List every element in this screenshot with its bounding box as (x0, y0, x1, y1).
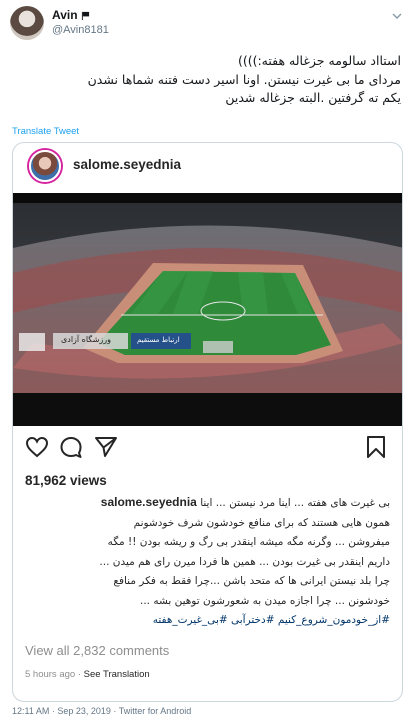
stadium-image (13, 193, 402, 426)
caption-line: همون هایی هستند که برای منافع خودشون شرف… (133, 516, 390, 529)
tweet-line: یکم ته گرفتین .البته جزغاله شدین (225, 90, 401, 105)
tweet-line: مردای ما بی غیرت نیستن. اونا اسیر دست فت… (87, 71, 401, 87)
caption-username[interactable]: salome.seyednia (101, 495, 197, 509)
tweet-source[interactable]: Twitter for Android (119, 706, 192, 716)
caption-line-text: بی غیرت های هفته ... اینا مرد نیستن ... … (200, 497, 390, 509)
separator-dot: · (75, 669, 84, 680)
see-translation-link[interactable]: See Translation (84, 669, 150, 680)
heart-icon[interactable] (25, 435, 49, 459)
instagram-caption: بی غیرت های هفته ... اینا مرد نیستن ... … (23, 493, 390, 631)
tweet-meta: 12:11 AM · Sep 23, 2019 · Twitter for An… (12, 706, 191, 716)
caption-line: داریم اینقدر بی غیرت بودن ... همین ها فر… (99, 555, 390, 568)
tweet: Avin @Avin8181 استااد سالومه جزغاله هفته… (0, 0, 415, 722)
broadcast-caption: ورزشگاه آزادی (61, 335, 112, 344)
stadium-photo[interactable]: ورزشگاه آزادی ارتباط مستقیم (13, 193, 402, 426)
views-count: 81,962 views (25, 473, 107, 488)
translate-tweet-link[interactable]: Translate Tweet (12, 126, 79, 137)
time-ago: 5 hours ago (25, 669, 76, 680)
caption-line: بی غیرت های هفته ... اینا مرد نیستن ... … (23, 493, 390, 514)
instagram-time-row: 5 hours ago · See Translation (25, 669, 150, 680)
user-handle[interactable]: @Avin8181 (52, 24, 109, 36)
chevron-down-icon[interactable] (391, 10, 403, 22)
instagram-header: salome.seyednia (13, 143, 402, 189)
caption-line: خودشونن ... چرا اجازه میدن به شعورشون تو… (140, 594, 390, 607)
avatar[interactable] (10, 6, 44, 40)
tweet-text: استااد سالومه جزغاله هفته:)))) مردای ما … (12, 52, 401, 108)
view-comments-link[interactable]: View all 2,832 comments (25, 643, 169, 658)
instagram-actions (13, 429, 402, 465)
embedded-image-card[interactable]: salome.seyednia ورزشگاه آزادی ارتباط مست… (12, 142, 403, 702)
instagram-avatar[interactable] (29, 150, 61, 182)
caption-line: میفروشن ... وگرنه مگه میشه اینقدر بی رگ … (107, 536, 390, 548)
separator-dot: · (110, 706, 119, 716)
tweet-timestamp[interactable]: 12:11 AM · Sep 23, 2019 (12, 706, 111, 716)
share-icon[interactable] (94, 435, 118, 459)
bookmark-icon[interactable] (364, 435, 388, 459)
name-row: Avin (52, 8, 90, 22)
flag-icon (81, 11, 89, 20)
broadcast-tag: ارتباط مستقیم (137, 336, 180, 344)
tweet-line: استااد سالومه جزغاله هفته:)))) (237, 53, 401, 68)
display-name[interactable]: Avin (52, 8, 78, 22)
caption-hashtags[interactable]: #از_خودمون_شروع_کنیم #دخترآبی #بی_غیرت_ه… (23, 611, 390, 631)
instagram-username[interactable]: salome.seyednia (73, 157, 181, 172)
caption-line: چرا بلد نیستن ایرانی ها که متحد باشن ...… (113, 575, 390, 587)
comment-icon[interactable] (59, 435, 83, 459)
